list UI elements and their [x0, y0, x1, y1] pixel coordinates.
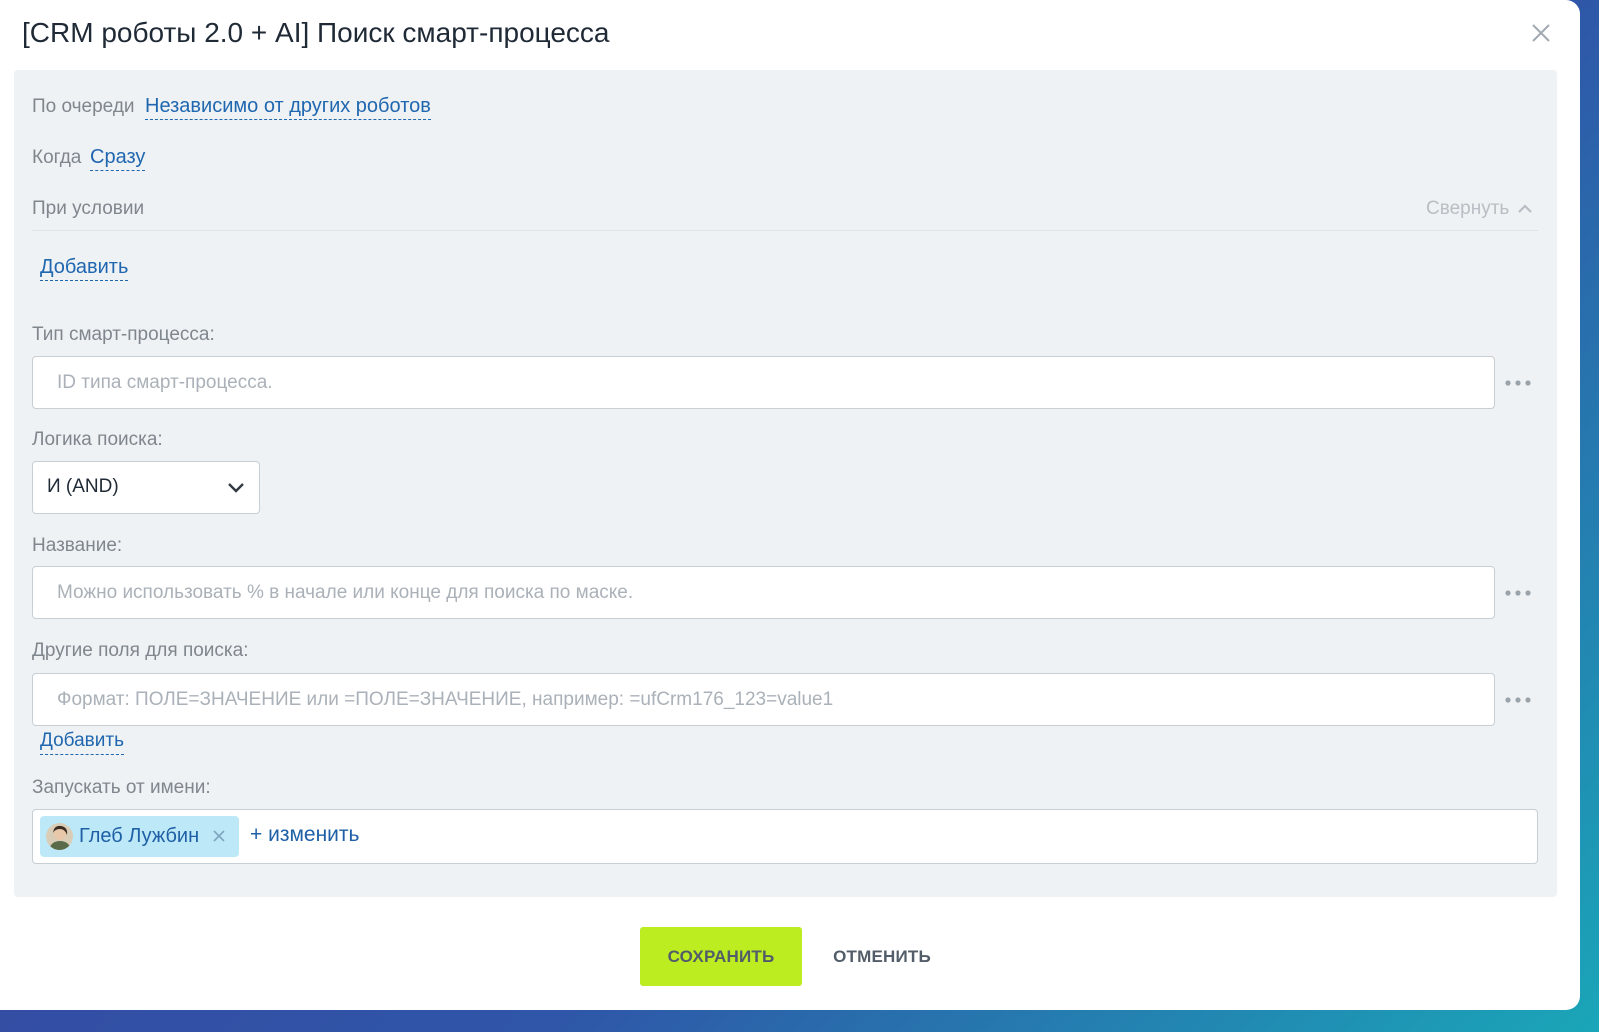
user-chip[interactable]: Глеб Лужбин — [40, 816, 239, 857]
when-value-link[interactable]: Сразу — [90, 144, 146, 171]
smart-process-type-input[interactable] — [33, 357, 1494, 408]
other-fields-label: Другие поля для поиска: — [32, 640, 249, 661]
avatar — [46, 823, 73, 850]
remove-x-icon[interactable] — [212, 829, 226, 843]
more-dots-icon[interactable] — [1504, 377, 1532, 389]
chevron-down-icon — [228, 483, 244, 493]
queue-label: По очереди — [32, 96, 135, 117]
run-as-user-field: Глеб Лужбин + изменить — [32, 809, 1538, 864]
cancel-button[interactable]: ОТМЕНИТЬ — [820, 927, 944, 986]
robot-settings-dialog: [CRM роботы 2.0 + AI] Поиск смарт-процес… — [0, 0, 1580, 1010]
more-dots-icon[interactable] — [1504, 587, 1532, 599]
change-user-link[interactable]: + изменить — [250, 823, 359, 847]
chevron-up-icon — [1518, 204, 1533, 213]
dialog-title: [CRM роботы 2.0 + AI] Поиск смарт-процес… — [22, 17, 610, 48]
add-condition-link[interactable]: Добавить — [40, 254, 129, 281]
search-logic-label: Логика поиска: — [32, 429, 163, 450]
name-field — [32, 566, 1495, 619]
user-name: Глеб Лужбин — [79, 825, 200, 847]
add-other-field-link[interactable]: Добавить — [40, 728, 124, 755]
name-input[interactable] — [33, 567, 1494, 618]
search-logic-select[interactable]: И (AND) — [32, 461, 260, 514]
other-fields-input[interactable] — [33, 674, 1494, 725]
queue-value-link[interactable]: Независимо от других роботов — [145, 93, 431, 120]
condition-divider — [32, 230, 1538, 231]
smart-process-type-field — [32, 356, 1495, 409]
collapse-label: Свернуть — [1426, 198, 1510, 219]
other-fields-field — [32, 673, 1495, 726]
condition-label: При условии — [32, 198, 145, 219]
smart-process-type-label: Тип смарт-процесса: — [32, 324, 215, 345]
settings-panel: По очереди Независимо от других роботов … — [14, 70, 1557, 897]
name-label: Название: — [32, 535, 123, 556]
run-as-label: Запускать от имени: — [32, 777, 211, 798]
when-label: Когда — [32, 147, 82, 168]
search-logic-value: И (AND) — [47, 476, 119, 497]
close-icon[interactable] — [1528, 20, 1554, 46]
collapse-toggle[interactable]: Свернуть — [1426, 198, 1533, 220]
save-button[interactable]: СОХРАНИТЬ — [640, 927, 802, 986]
more-dots-icon[interactable] — [1504, 694, 1532, 706]
